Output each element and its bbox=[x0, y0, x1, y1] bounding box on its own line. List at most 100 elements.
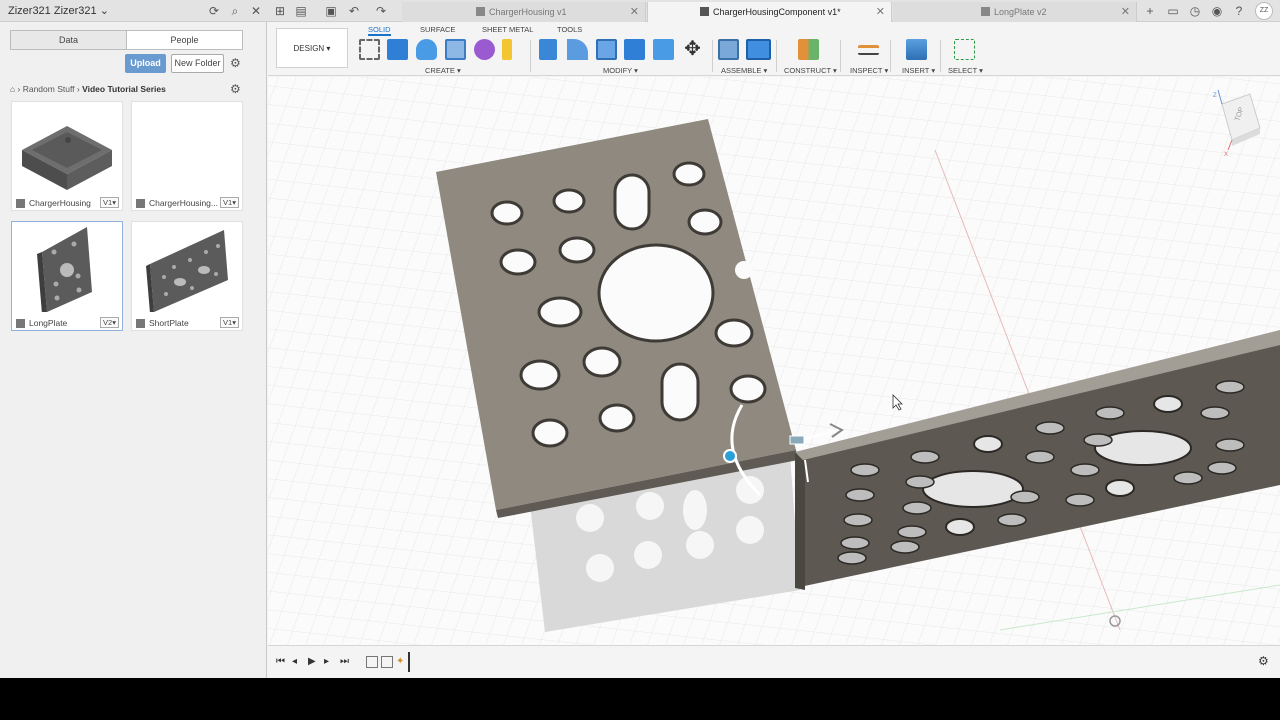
tab-people[interactable]: People bbox=[126, 31, 242, 49]
title-bar: Zizer321 Zizer321 ⌄ ⟳ ⌕ ✕ ⊞ ▤ ▣ ↶ ↷ Char… bbox=[0, 0, 1280, 22]
breadcrumb: ⌂ › Random Stuff › Video Tutorial Series bbox=[10, 84, 166, 94]
panel-tabs: Data People bbox=[10, 30, 243, 50]
model-viewport[interactable]: TOP Z X bbox=[268, 77, 1280, 645]
breadcrumb-item[interactable]: Random Stuff bbox=[23, 84, 75, 94]
play-icon[interactable]: ▶ bbox=[308, 656, 316, 667]
component-icon bbox=[136, 199, 145, 208]
measure-icon[interactable] bbox=[858, 45, 879, 55]
z-axis-label: Z bbox=[1213, 93, 1217, 99]
step-forward-icon[interactable]: ▸ bbox=[324, 656, 329, 667]
inspect-menu[interactable]: INSPECT ▾ bbox=[850, 66, 888, 75]
timeline-joint-icon[interactable]: ✦ bbox=[396, 656, 404, 667]
job-status-icon[interactable]: ◉ bbox=[1209, 3, 1225, 19]
joint-icon[interactable] bbox=[746, 39, 771, 60]
component-icon bbox=[700, 7, 709, 16]
tab-solid[interactable]: SOLID bbox=[368, 25, 391, 36]
longplate-thumbnail bbox=[37, 227, 92, 312]
tab-surface[interactable]: SURFACE bbox=[420, 25, 455, 34]
tab-tools[interactable]: TOOLS bbox=[557, 25, 582, 34]
fillet-icon[interactable] bbox=[567, 39, 588, 60]
timeline-marker[interactable] bbox=[408, 652, 410, 672]
close-icon[interactable]: ✕ bbox=[876, 2, 885, 22]
redo-icon[interactable]: ↷ bbox=[373, 3, 389, 19]
new-tab-icon[interactable]: + bbox=[1142, 3, 1158, 19]
insert-menu[interactable]: INSERT ▾ bbox=[902, 66, 935, 75]
viewport-canvas[interactable]: TOP Z X bbox=[268, 77, 1280, 645]
origin-handle-icon[interactable] bbox=[789, 435, 805, 445]
version-badge[interactable]: V2▾ bbox=[100, 317, 119, 328]
chargerhousing-thumbnail bbox=[22, 126, 112, 190]
gear-icon[interactable]: ⚙ bbox=[1258, 654, 1269, 668]
component-icon bbox=[16, 199, 25, 208]
clock-icon[interactable]: ◷ bbox=[1187, 3, 1203, 19]
component-icon bbox=[476, 7, 485, 16]
file-card[interactable]: ChargerHousing... V1▾ bbox=[131, 101, 243, 211]
upload-button[interactable]: Upload bbox=[125, 54, 166, 73]
version-badge[interactable]: V1▾ bbox=[220, 317, 239, 328]
assemble-menu[interactable]: ASSEMBLE ▾ bbox=[721, 66, 767, 75]
undo-icon[interactable]: ↶ bbox=[346, 3, 362, 19]
press-pull-icon[interactable] bbox=[539, 39, 557, 60]
hole-icon[interactable] bbox=[445, 39, 466, 60]
tab-chargerhousingcomponent[interactable]: ChargerHousingComponent v1* ✕ bbox=[647, 2, 892, 22]
extrude-icon[interactable] bbox=[387, 39, 408, 60]
file-menu-icon[interactable]: ▤ bbox=[293, 3, 309, 19]
avatar[interactable]: ZZ bbox=[1255, 2, 1273, 20]
breadcrumb-current[interactable]: Video Tutorial Series bbox=[82, 84, 166, 94]
refresh-icon[interactable]: ⟳ bbox=[206, 3, 222, 19]
new-component-icon[interactable] bbox=[718, 39, 739, 60]
select-box-icon[interactable] bbox=[954, 39, 975, 60]
move-copy-icon[interactable]: ✥ bbox=[682, 39, 703, 60]
timeline-component-icon[interactable] bbox=[381, 656, 393, 668]
revolve-icon[interactable] bbox=[416, 39, 437, 60]
divider bbox=[940, 40, 941, 72]
select-menu[interactable]: SELECT ▾ bbox=[948, 66, 983, 75]
search-icon[interactable]: ⌕ bbox=[227, 3, 243, 19]
step-back-icon[interactable]: ◂ bbox=[292, 656, 297, 667]
version-badge[interactable]: V1▾ bbox=[220, 197, 239, 208]
close-icon[interactable]: ✕ bbox=[1121, 2, 1130, 22]
jump-to-start-icon[interactable]: ⏮ bbox=[276, 656, 285, 667]
shell-icon[interactable] bbox=[624, 39, 645, 60]
create-menu[interactable]: CREATE ▾ bbox=[425, 66, 461, 75]
modify-menu[interactable]: MODIFY ▾ bbox=[603, 66, 638, 75]
folder-settings-icon[interactable]: ⚙ bbox=[230, 82, 241, 96]
timeline-component-icon[interactable] bbox=[366, 656, 378, 668]
file-card[interactable]: ChargerHousing V1▾ bbox=[11, 101, 123, 211]
file-name: ChargerHousing... bbox=[149, 198, 218, 208]
combine-icon[interactable] bbox=[653, 39, 674, 60]
tab-data[interactable]: Data bbox=[11, 31, 126, 49]
create-sketch-icon[interactable] bbox=[359, 39, 380, 60]
tab-sheet-metal[interactable]: SHEET METAL bbox=[482, 25, 533, 34]
component-icon bbox=[981, 7, 990, 16]
file-card[interactable]: LongPlate V2▾ bbox=[11, 221, 123, 331]
tab-label: LongPlate v2 bbox=[994, 7, 1047, 17]
construct-menu[interactable]: CONSTRUCT ▾ bbox=[784, 66, 837, 75]
offset-plane-icon[interactable] bbox=[798, 39, 819, 60]
save-icon[interactable]: ▣ bbox=[323, 3, 339, 19]
close-panel-icon[interactable]: ✕ bbox=[248, 3, 264, 19]
user-menu[interactable]: Zizer321 Zizer321 ⌄ bbox=[8, 4, 109, 17]
gear-icon[interactable]: ⚙ bbox=[230, 56, 241, 70]
app-grid-icon[interactable]: ⊞ bbox=[272, 3, 288, 19]
file-card[interactable]: ShortPlate V1▾ bbox=[131, 221, 243, 331]
workspace-switcher[interactable]: DESIGN ▾ bbox=[276, 28, 348, 68]
version-badge[interactable]: V1▾ bbox=[100, 197, 119, 208]
rotate-handle-icon[interactable] bbox=[723, 449, 737, 463]
help-icon[interactable]: ? bbox=[1231, 3, 1247, 19]
tab-label: ChargerHousing v1 bbox=[489, 7, 567, 17]
jump-to-end-icon[interactable]: ⏭ bbox=[340, 656, 349, 667]
divider bbox=[712, 40, 713, 72]
new-folder-button[interactable]: New Folder bbox=[171, 54, 224, 73]
chevron-down-icon: ⌄ bbox=[99, 5, 109, 17]
tab-longplate[interactable]: LongPlate v2 ✕ bbox=[893, 2, 1137, 22]
notifications-icon[interactable]: ▭ bbox=[1165, 3, 1181, 19]
file-name: LongPlate bbox=[29, 318, 68, 328]
create-more-icon[interactable] bbox=[502, 39, 512, 60]
tab-chargerhousing[interactable]: ChargerHousing v1 ✕ bbox=[402, 2, 646, 22]
home-icon[interactable]: ⌂ bbox=[10, 84, 15, 94]
chamfer-icon[interactable] bbox=[596, 39, 617, 60]
create-form-icon[interactable] bbox=[474, 39, 495, 60]
close-icon[interactable]: ✕ bbox=[630, 2, 639, 22]
insert-image-icon[interactable] bbox=[906, 39, 927, 60]
